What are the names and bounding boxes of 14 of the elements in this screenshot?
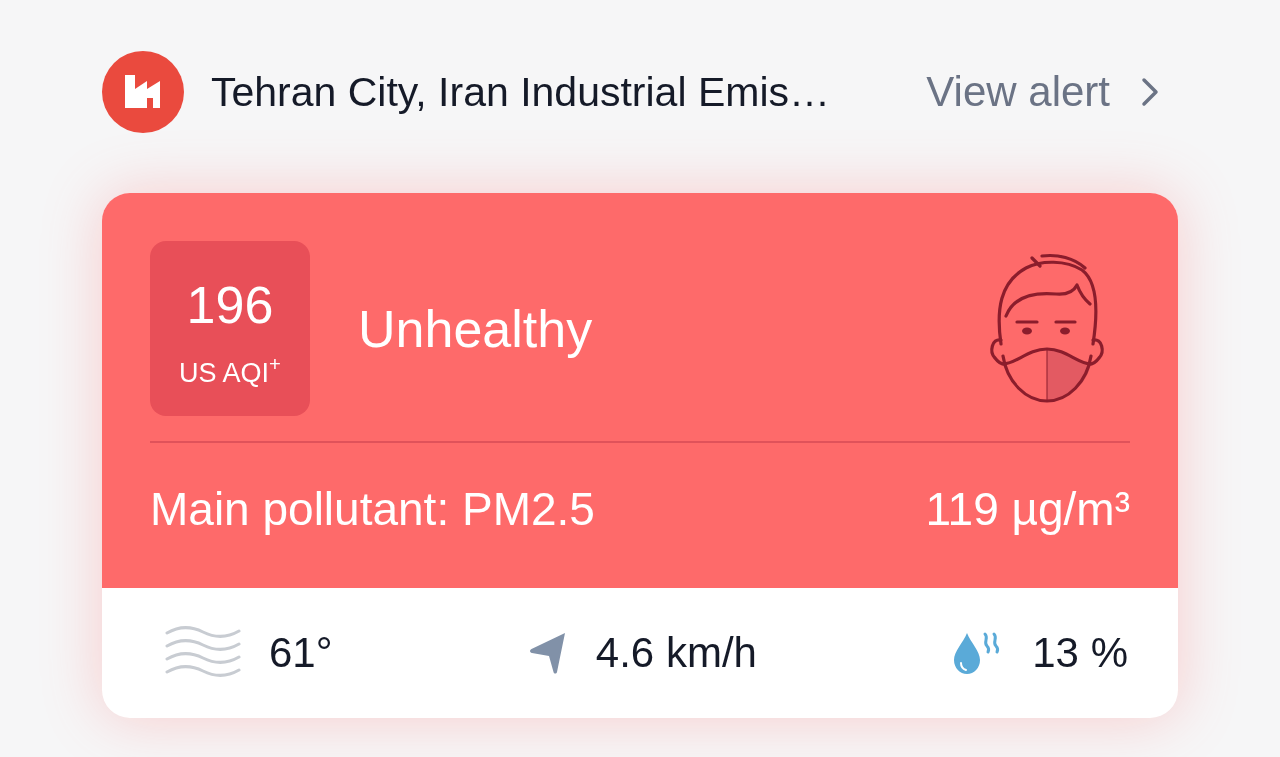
weather-value: 61° [269,628,333,678]
aqi-status: Unhealthy [358,298,593,359]
pollutant-concentration: 119 µg/m³ [925,483,1130,535]
navigation-arrow-icon [527,631,568,675]
view-alert-button[interactable]: View alert [926,67,1160,117]
weather-value: 13 % [1032,628,1128,678]
chevron-right-icon [1140,76,1160,108]
aqi-value: 196 [186,274,274,335]
alert-title: Tehran City, Iran Industrial Emis… [211,68,830,117]
aqi-unit: US AQI$^{+}$ [179,356,281,389]
weather-value: 4.6 km/h [595,628,757,678]
main-pollutant: Main pollutant: PM2.5 [150,483,595,535]
wavy-lines-icon [165,626,241,680]
factory-icon [102,51,184,133]
